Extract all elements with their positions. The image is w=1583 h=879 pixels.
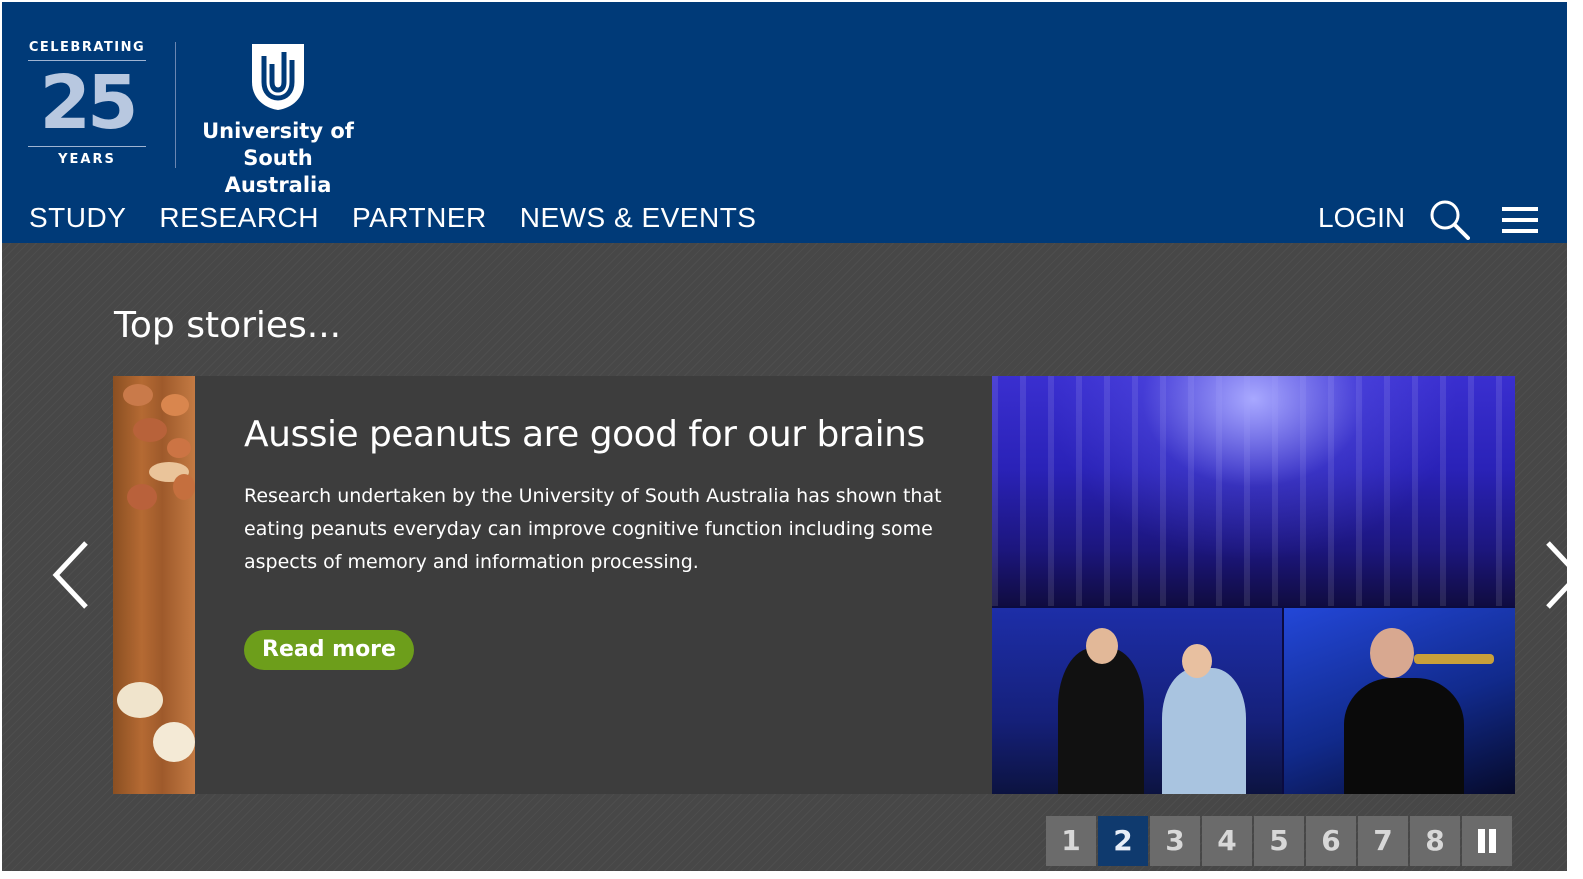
pager-page-8[interactable]: 8 (1410, 816, 1460, 866)
story-slide: Aussie peanuts are good for our brains R… (113, 376, 1515, 794)
pager-page-6[interactable]: 6 (1306, 816, 1356, 866)
gala-ballroom-photo (992, 376, 1515, 606)
hamburger-menu-icon[interactable] (1500, 205, 1540, 235)
nav-item-news-events[interactable]: NEWS & EVENTS (520, 198, 757, 238)
story-summary: Research undertaken by the University of… (244, 485, 942, 573)
pager-page-1[interactable]: 1 (1046, 816, 1096, 866)
gala-couple-photo (992, 608, 1282, 794)
peanut-image (113, 376, 195, 794)
gala-event-photo[interactable] (992, 376, 1515, 794)
search-icon[interactable] (1428, 198, 1470, 240)
login-link[interactable]: LOGIN (1318, 198, 1405, 238)
pager-page-4[interactable]: 4 (1202, 816, 1252, 866)
nav-item-partner[interactable]: PARTNER (352, 198, 487, 238)
unisa-shield-icon (252, 44, 304, 110)
celebrating-25-years-badge: CELEBRATING 25 YEARS (24, 38, 150, 170)
badge-years-text: YEARS (58, 152, 116, 167)
gala-trumpeter-photo (1284, 608, 1515, 794)
university-logo[interactable]: University of South Australia (192, 38, 372, 197)
nav-item-study[interactable]: STUDY (29, 198, 126, 238)
chevron-left-icon[interactable] (50, 539, 94, 611)
logo-divider (175, 42, 176, 168)
slide-pager: 1 2 3 4 5 6 7 8 (1046, 816, 1512, 866)
chevron-right-icon[interactable] (1540, 539, 1567, 611)
badge-number: 25 (39, 60, 139, 146)
university-name-line1: University of (202, 119, 354, 143)
pager-page-7[interactable]: 7 (1358, 816, 1408, 866)
nav-item-research[interactable]: RESEARCH (159, 198, 319, 238)
pager-page-3[interactable]: 3 (1150, 816, 1200, 866)
pager-page-2[interactable]: 2 (1098, 816, 1148, 866)
university-name-line2: South Australia (224, 146, 332, 197)
badge-celebrating-text: CELEBRATING (28, 40, 146, 55)
pager-page-5[interactable]: 5 (1254, 816, 1304, 866)
pause-icon[interactable] (1462, 816, 1512, 866)
section-title: Top stories... (114, 305, 342, 346)
page-frame: CELEBRATING 25 YEARS University of South… (2, 2, 1567, 871)
read-more-button[interactable]: Read more (244, 630, 414, 670)
university-name: University of South Australia (192, 118, 364, 199)
story-title[interactable]: Aussie peanuts are good for our brains (244, 414, 925, 455)
main-nav: STUDY RESEARCH PARTNER NEWS & EVENTS (29, 198, 789, 238)
site-header: CELEBRATING 25 YEARS University of South… (2, 2, 1567, 243)
badge-bottom-rule (28, 146, 146, 147)
top-stories-section: Top stories... Aussie peanuts are good f… (2, 243, 1567, 871)
